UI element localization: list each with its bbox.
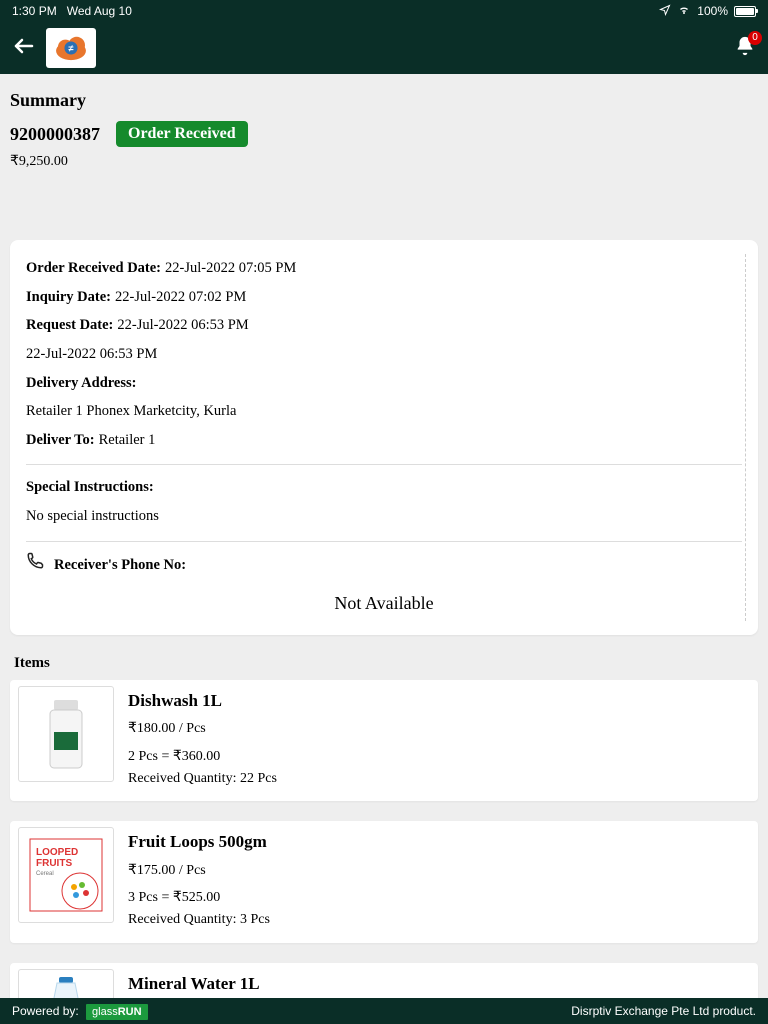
wifi-icon <box>677 4 691 19</box>
topbar: ≠ 0 <box>0 22 768 74</box>
item-name: Fruit Loops 500gm <box>128 829 270 855</box>
footer-powered: Powered by: <box>12 1004 79 1018</box>
list-item[interactable]: LOOPEDFRUITS Cereal Fruit Loops 500gm ₹17… <box>10 821 758 942</box>
item-qty: 3 Pcs = ₹525.00 <box>128 887 270 909</box>
inquiry-value: 22-Jul-2022 07:02 PM <box>115 289 246 305</box>
item-name: Dishwash 1L <box>128 688 277 714</box>
battery-text: 100% <box>697 4 728 18</box>
page-title: Summary <box>10 90 758 111</box>
phone-icon <box>26 552 44 579</box>
items-heading: Items <box>14 655 758 672</box>
status-date: Wed Aug 10 <box>67 4 132 18</box>
item-received: Received Quantity: 22 Pcs <box>128 768 277 790</box>
phone-label: Receiver's Phone No: <box>54 553 186 578</box>
svg-text:≠: ≠ <box>68 44 73 54</box>
address-value: Retailer 1 Phonex Marketcity, Kurla <box>26 403 236 419</box>
order-number: 9200000387 <box>10 124 100 145</box>
svg-text:LOOPED: LOOPED <box>36 847 78 858</box>
status-badge: Order Received <box>116 121 248 147</box>
product-image: LOOPEDFRUITS Cereal <box>18 827 114 923</box>
special-label: Special Instructions: <box>26 479 154 495</box>
notification-badge: 0 <box>748 31 762 45</box>
order-received-label: Order Received Date: <box>26 260 161 276</box>
item-name: Mineral Water 1L <box>128 971 270 997</box>
order-received-value: 22-Jul-2022 07:05 PM <box>165 260 296 276</box>
order-total: ₹9,250.00 <box>10 153 758 170</box>
divider <box>26 541 742 542</box>
phone-value: Not Available <box>26 578 742 619</box>
product-image <box>18 686 114 782</box>
item-qty: 2 Pcs = ₹360.00 <box>128 746 277 768</box>
svg-text:Cereal: Cereal <box>36 871 54 877</box>
footer-right: Disrptiv Exchange Pte Ltd product. <box>571 1004 756 1018</box>
notification-button[interactable]: 0 <box>734 35 756 62</box>
request-label: Request Date: <box>26 317 113 333</box>
footer: Powered by: glassRUN Disrptiv Exchange P… <box>0 998 768 1024</box>
deliver-to-label: Deliver To: <box>26 432 95 448</box>
status-time: 1:30 PM <box>12 4 57 18</box>
back-button[interactable] <box>12 34 36 63</box>
location-icon <box>659 4 671 19</box>
details-card: Order Received Date:22-Jul-2022 07:05 PM… <box>10 240 758 635</box>
request-value: 22-Jul-2022 06:53 PM <box>117 317 248 333</box>
address-label: Delivery Address: <box>26 375 137 391</box>
status-bar: 1:30 PM Wed Aug 10 100% <box>0 0 768 22</box>
divider <box>26 464 742 465</box>
app-logo: ≠ <box>46 28 96 68</box>
item-received: Received Quantity: 3 Pcs <box>128 909 270 931</box>
item-price: ₹180.00 / Pcs <box>128 718 277 740</box>
deliver-to-value: Retailer 1 <box>99 432 156 448</box>
list-item[interactable]: Dishwash 1L ₹180.00 / Pcs 2 Pcs = ₹360.0… <box>10 680 758 801</box>
inquiry-label: Inquiry Date: <box>26 289 111 305</box>
battery-icon <box>734 6 756 17</box>
svg-text:FRUITS: FRUITS <box>36 858 72 869</box>
extra-date: 22-Jul-2022 06:53 PM <box>26 346 157 362</box>
special-value: No special instructions <box>26 508 159 524</box>
item-price: ₹175.00 / Pcs <box>128 860 270 882</box>
footer-brand: glassRUN <box>86 1004 148 1020</box>
